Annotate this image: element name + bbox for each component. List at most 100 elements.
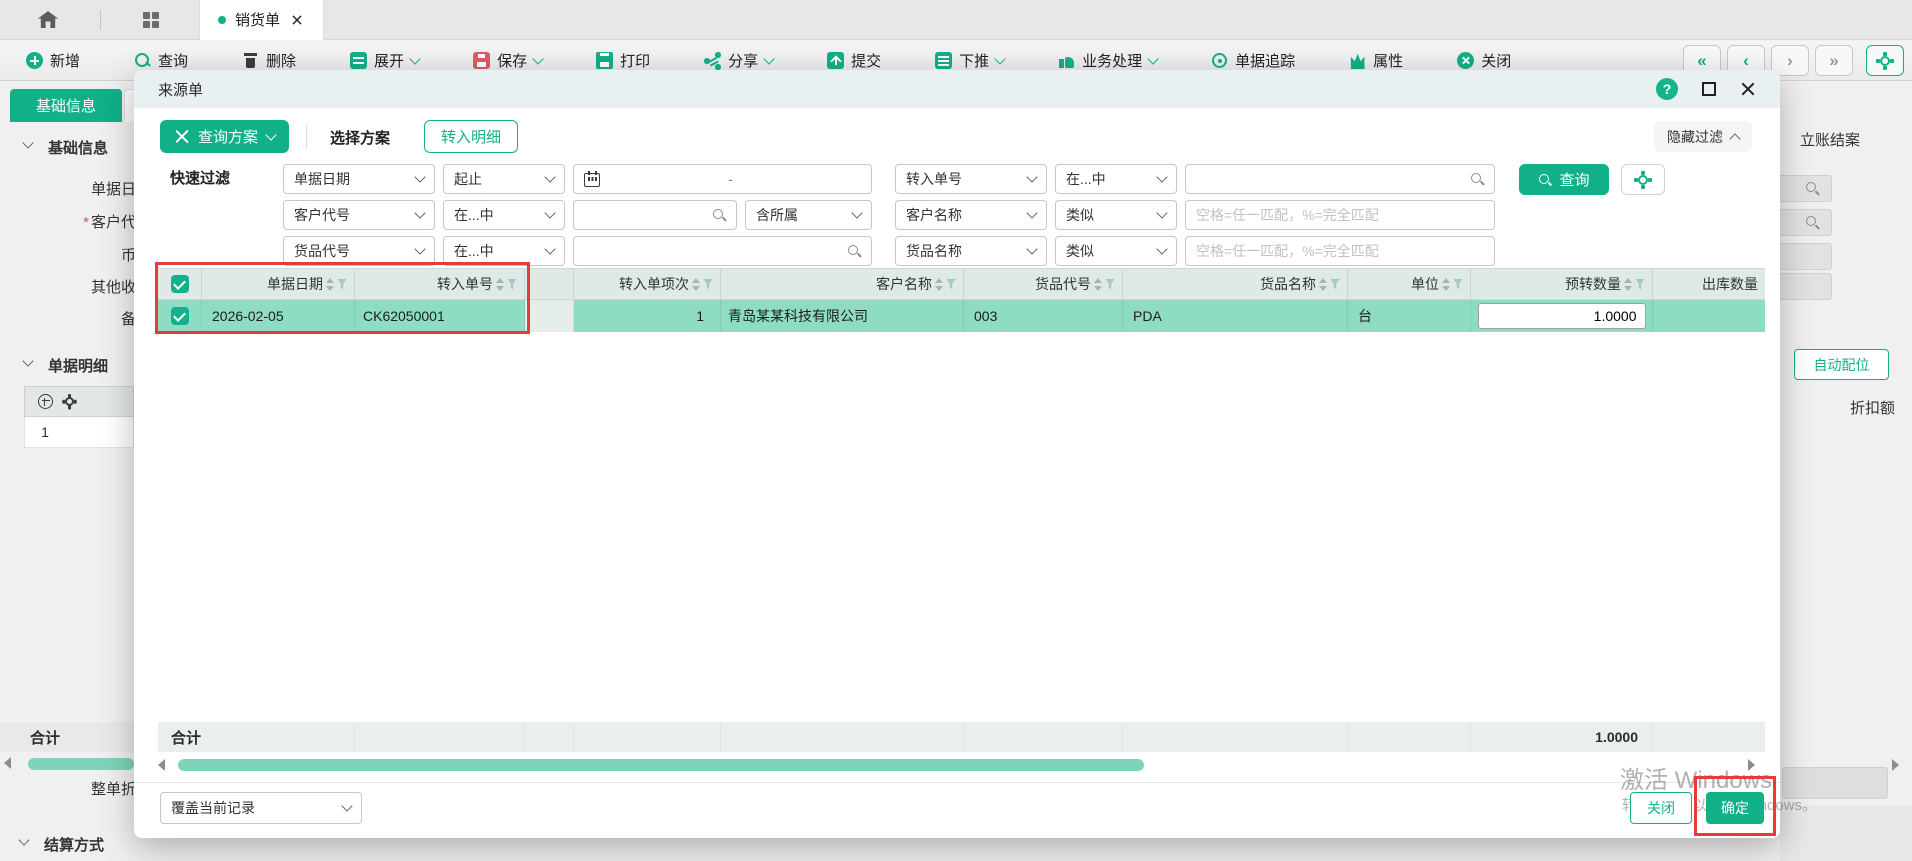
filter-text-input[interactable] (584, 243, 847, 259)
chevron-down-icon[interactable] (22, 355, 33, 366)
column-header[interactable]: 转入单号 (355, 269, 525, 299)
column-header[interactable]: 单据日期 (202, 269, 355, 299)
dialog-ok-button[interactable]: 确定 (1706, 792, 1764, 824)
scroll-left-icon[interactable] (4, 757, 11, 769)
filter-funnel-icon[interactable] (1330, 279, 1340, 290)
toolbar-business-process-button[interactable]: 业务处理 (1058, 50, 1157, 71)
filter-field-select[interactable]: 转入单号 (895, 164, 1047, 194)
filter-op-select[interactable]: 在...中 (1055, 164, 1177, 194)
filter-op-select[interactable]: 起止 (443, 164, 565, 194)
sort-icon[interactable] (326, 278, 334, 291)
filter-op-select[interactable]: 类似 (1055, 200, 1177, 230)
scroll-right-icon[interactable] (1892, 759, 1899, 771)
date-range-input[interactable]: - (573, 164, 872, 194)
hide-filter-button[interactable]: 隐藏过滤 (1654, 121, 1752, 152)
dialog-close-icon[interactable] (1740, 81, 1756, 97)
toolbar-add-button[interactable]: 新增 (26, 50, 80, 71)
owner-select[interactable]: 含所属 (745, 200, 872, 230)
sort-icon[interactable] (1624, 278, 1632, 291)
toolbar-settings-button[interactable] (1866, 45, 1904, 76)
help-icon[interactable]: ? (1656, 78, 1678, 100)
transfer-detail-button[interactable]: 转入明细 (424, 120, 518, 153)
filter-op-select[interactable]: 类似 (1055, 236, 1177, 266)
filter-value-input[interactable] (1185, 236, 1495, 266)
home-icon[interactable] (38, 11, 58, 28)
filter-value-input[interactable] (1185, 200, 1495, 230)
toolbar-expand-button[interactable]: 展开 (350, 50, 419, 71)
bg-tab-basic-info[interactable]: 基础信息 (10, 89, 122, 122)
chevron-down-icon[interactable] (22, 137, 33, 148)
toolbar-property-button[interactable]: 属性 (1349, 50, 1403, 71)
nav-last-button[interactable]: » (1815, 45, 1853, 76)
bg-input[interactable] (1780, 243, 1832, 270)
column-header[interactable]: 货品名称 (1123, 269, 1348, 299)
filter-settings-button[interactable] (1621, 164, 1665, 195)
add-row-icon[interactable] (38, 394, 53, 409)
filter-value-input[interactable] (573, 200, 737, 230)
sort-icon[interactable] (1319, 278, 1327, 291)
qty-input[interactable] (1478, 303, 1646, 329)
maximize-icon[interactable] (1702, 82, 1716, 96)
select-all-checkbox[interactable] (171, 275, 189, 293)
filter-funnel-icon[interactable] (946, 279, 956, 290)
filter-text-input[interactable] (1196, 207, 1484, 223)
bg-auto-fit-button[interactable]: 自动配位 (1794, 349, 1889, 380)
query-scheme-button[interactable]: 查询方案 (160, 120, 289, 153)
filter-text-input[interactable] (1196, 171, 1470, 187)
filter-field-select[interactable]: 客户代号 (283, 200, 435, 230)
dialog-close-button[interactable]: 关闭 (1630, 792, 1692, 824)
scroll-left-icon[interactable] (158, 759, 165, 771)
calendar-icon[interactable] (584, 171, 600, 187)
bg-input[interactable] (1780, 273, 1832, 300)
sort-icon[interactable] (1442, 278, 1450, 291)
filter-funnel-icon[interactable] (337, 279, 347, 290)
filter-funnel-icon[interactable] (1453, 279, 1463, 290)
apps-grid-icon[interactable] (143, 12, 159, 28)
apply-mode-select[interactable]: 覆盖当前记录 (160, 792, 362, 824)
toolbar-delete-button[interactable]: 删除 (242, 50, 296, 71)
toolbar-share-button[interactable]: 分享 (704, 50, 773, 71)
bg-input[interactable] (1780, 209, 1832, 236)
search-icon[interactable] (1805, 181, 1820, 196)
filter-value-input[interactable] (1185, 164, 1495, 194)
search-icon[interactable] (1470, 172, 1484, 187)
sort-icon[interactable] (692, 278, 700, 291)
toolbar-doc-trace-button[interactable]: 单据追踪 (1211, 50, 1295, 71)
column-header[interactable]: 货品代号 (964, 269, 1123, 299)
search-icon[interactable] (1805, 215, 1820, 230)
toolbar-submit-button[interactable]: 提交 (827, 50, 881, 71)
filter-op-select[interactable]: 在...中 (443, 200, 565, 230)
filter-field-select[interactable]: 货品代号 (283, 236, 435, 266)
result-table-row[interactable]: 2026-02-05 CK62050001 1 青岛某某科技有限公司 003 P… (158, 300, 1765, 332)
search-icon[interactable] (712, 208, 726, 223)
chevron-down-icon[interactable] (18, 834, 29, 845)
filter-value-input[interactable] (573, 236, 872, 266)
filter-text-input[interactable] (1196, 243, 1484, 259)
bg-grid-row[interactable]: 1 (24, 417, 134, 448)
sort-icon[interactable] (935, 278, 943, 291)
filter-funnel-icon[interactable] (507, 279, 517, 290)
toolbar-push-down-button[interactable]: 下推 (935, 50, 1004, 71)
toolbar-close-button[interactable]: 关闭 (1457, 50, 1511, 71)
filter-field-select[interactable]: 客户名称 (895, 200, 1047, 230)
row-checkbox[interactable] (171, 307, 189, 325)
toolbar-save-button[interactable]: 保存 (473, 50, 542, 71)
sort-icon[interactable] (496, 278, 504, 291)
filter-text-input[interactable] (584, 207, 712, 223)
column-header[interactable]: 单位 (1348, 269, 1471, 299)
column-header[interactable]: 预转数量 (1471, 269, 1653, 299)
grid-settings-icon[interactable] (62, 394, 77, 409)
filter-field-select[interactable]: 单据日期 (283, 164, 435, 194)
filter-op-select[interactable]: 在...中 (443, 236, 565, 266)
filter-field-select[interactable]: 货品名称 (895, 236, 1047, 266)
bg-tab-doc[interactable]: 单据 (124, 89, 134, 122)
tab-sales-order[interactable]: 销货单 (199, 0, 324, 40)
toolbar-print-button[interactable]: 打印 (596, 50, 650, 71)
column-header[interactable]: 转入单项次 (574, 269, 721, 299)
filter-funnel-icon[interactable] (1105, 279, 1115, 290)
search-icon[interactable] (847, 244, 861, 259)
toolbar-query-button[interactable]: 查询 (134, 50, 188, 71)
tab-close-icon[interactable] (291, 14, 303, 26)
sort-icon[interactable] (1094, 278, 1102, 291)
column-header[interactable]: 出库数量 (1653, 269, 1765, 299)
